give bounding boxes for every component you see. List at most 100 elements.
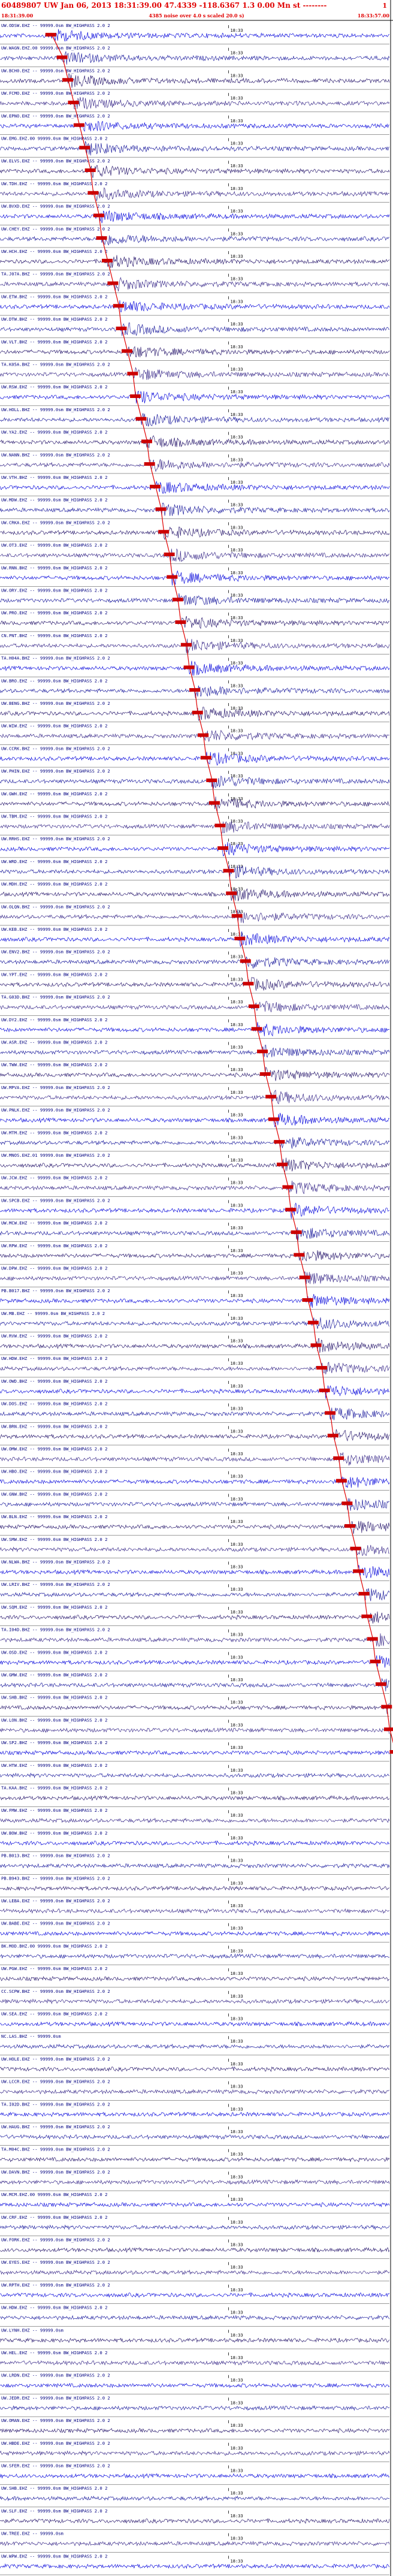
station-label: UW.BENG.BHZ -- 99999.0sm BW_HIGHPASS 2.0… [1,701,110,706]
pick-marker [370,1660,381,1664]
station-label: UW.EMG.EHZ.00 99999.0sm BW_HIGHPASS 2.0 … [1,135,107,141]
time-tick-label: 18:33 [231,367,243,372]
time-tick-label: 18:33 [231,1045,243,1049]
station-label: PB.B943.BHZ -- 99999.0sm BW_HIGHPASS 2.0… [1,1875,110,1881]
station-label: UW.TBM.EHZ -- 99999.0sm BW_HIGHPASS 2.0 … [1,813,107,819]
pick-marker [277,1162,288,1166]
station-label: PB.B017.BHZ -- 99999.0sm BW_HIGHPASS 2.0… [1,1288,110,1293]
station-label: UW.ELVS.EHZ -- 99999.0sm BW_HIGHPASS 2.0… [1,158,110,164]
pick-marker [274,1140,285,1144]
station-label: NC.LAS.BHZ -- 99999.0sm [1,2034,61,2039]
time-tick-label: 18:33 [231,548,243,553]
time-tick-label: 18:33 [231,141,243,146]
pick-marker [251,1027,262,1031]
station-label: UW.LRIV.BHZ -- 99999.0sm BW_HIGHPASS 2.0… [1,1582,110,1587]
pick-marker [116,326,127,330]
station-label: UW.SQM.EHZ -- 99999.0sm BW_HIGHPASS 2.0 … [1,1604,107,1610]
time-tick-label: 18:33 [231,299,243,304]
time-tick-label: 18:33 [231,1859,243,1863]
time-tick-label: 18:33 [231,1135,243,1140]
time-tick-label: 18:33 [231,955,243,960]
station-label: UW.MDW.EHZ -- 99999.0sm BW_HIGHPASS 2.0 … [1,497,107,503]
time-tick-label: 18:33 [231,390,243,394]
station-label: UW.BABE.EHZ -- 99999.0sm BW_HIGHPASS 2.0… [1,1921,110,1926]
station-label: UW.JCW.EHZ -- 99999.0sm BW_HIGHPASS 2.0 … [1,1175,107,1181]
pick-marker [361,1614,373,1618]
time-tick-label: 18:33 [231,1067,243,1072]
station-label: UW.EYES.EHZ -- 99999.0sm BW_HIGHPASS 2.0… [1,2260,110,2265]
time-tick-label: 18:33 [231,1271,243,1275]
pick-marker [200,756,211,760]
time-tick-label: 18:33 [231,28,243,33]
station-label: UW.HDW.EHZ -- 99999.0sm BW_HIGHPASS 2.0 … [1,2305,107,2310]
pick-marker [319,1388,330,1392]
pick-marker [358,1592,370,1596]
pick-marker [268,1117,279,1121]
station-label: UW.RSW.EHZ -- 99999.0sm BW_HIGHPASS 2.0 … [1,384,107,390]
station-label: UW.FORK.EHZ -- 99999.0sm BW_HIGHPASS 2.0… [1,2237,110,2243]
time-tick-label: 18:33 [231,2378,243,2383]
pick-marker [167,575,178,579]
time-tick-label: 18:33 [231,435,243,440]
station-label: UW.ETW.BHZ -- 99999.0sm BW_HIGHPASS 2.0 … [1,294,107,299]
pick-marker [84,168,96,173]
station-label: BK.MOD.BHZ.00 99999.0sm BW_HIGHPASS 2.0 … [1,1943,107,1948]
pick-marker [107,281,119,285]
time-tick-label: 18:33 [231,1587,243,1592]
time-tick-label: 18:33 [231,1316,243,1321]
time-tick-label: 18:33 [231,887,243,892]
station-label: UW.LRDN.EHZ -- 99999.0sm BW_HIGHPASS 2.0… [1,2373,110,2378]
pick-marker [150,484,161,488]
pick-marker [310,1343,322,1347]
time-tick-label: 18:33 [231,1610,243,1615]
station-label: UW.MNOS.EHZ.01 99999.0sm BW_HIGHPASS 2.0… [1,1153,110,1158]
pick-marker [381,1705,392,1709]
station-label: UW.NANN.BHZ -- 99999.0sm BW_HIGHPASS 2.0… [1,452,110,457]
time-tick-label: 18:33 [231,1000,243,1005]
pick-marker [240,959,251,963]
time-tick-label: 18:33 [231,2333,243,2337]
pick-marker [175,620,186,625]
station-label: UW.YA2.EHZ -- 99999.0sm BW_HIGHPASS 2.0 … [1,430,107,435]
scaling-note: 4385 noise over 4.0 s scaled 20.0 s) [149,13,244,19]
time-tick-label: 18:33 [231,1339,243,1344]
station-label: UW.SMW.EHZ -- 99999.0sm BW_HIGHPASS 2.0 … [1,1537,107,1542]
time-tick-label: 18:33 [231,1948,243,1953]
time-tick-label: 18:33 [231,977,243,982]
time-tick-label: 18:33 [231,119,243,123]
station-label: UW.OSD.EHZ -- 99999.0sm BW_HIGHPASS 2.0 … [1,1649,107,1655]
time-tick-label: 18:33 [231,751,243,756]
pick-marker [45,32,56,37]
pick-marker [226,891,237,895]
station-label: UW.WRD.EHZ -- 99999.0sm BW_HIGHPASS 2.0 … [1,859,107,864]
station-label: UW.HCH.EHZ -- 99999.0sm BW_HIGHPASS 2.0 … [1,249,107,254]
station-label: CN.PNT.BHZ -- 99999.0sm BW_HIGHPASS 2.0 … [1,633,107,638]
pick-marker [62,78,74,82]
station-label: TA.I02D.BHZ -- 99999.0sm BW_HIGHPASS 2.0… [1,2101,110,2107]
pick-marker [367,1637,378,1641]
station-label: TA.G03D.BHZ -- 99999.0sm BW_HIGHPASS 2.0… [1,994,110,1000]
time-tick-label: 18:33 [231,1226,243,1230]
station-label: UW.DPW.EHZ -- 99999.0sm BW_HIGHPASS 2.0 … [1,1265,107,1271]
start-time-label: 18:31:39.00 [1,13,34,19]
pick-marker [144,462,155,466]
station-label: UW.OWD.BHZ -- 99999.0sm BW_HIGHPASS 2.0 … [1,1379,107,1384]
time-tick-label: 18:33 [231,2085,243,2089]
time-tick-label: 18:33 [231,1181,243,1186]
station-label: UW.HEL.EHZ -- 99999.0sm BW_HIGHPASS 2.0 … [1,2350,107,2355]
time-tick-label: 18:33 [231,2491,243,2496]
station-label: TA.M04C.BHZ -- 99999.0sm BW_HIGHPASS 2.0… [1,2147,110,2152]
time-tick-label: 18:33 [231,1971,243,1976]
station-label: UW.JEDR.EHZ -- 99999.0sm BW_HIGHPASS 2.0… [1,2395,110,2400]
pick-marker [248,1004,259,1008]
station-label: UW.ORY.EHZ -- 99999.0sm BW_HIGHPASS 2.0 … [1,587,107,593]
station-label: UW.BOW.BHZ -- 99999.0sm BW_HIGHPASS 2.0 … [1,1830,107,1836]
pick-marker [375,1682,386,1686]
station-label: UW.WAGN.EHZ.00 99999.0sm BW_HIGHPASS 2.0… [1,46,110,51]
pick-marker [189,688,200,692]
time-tick-label: 18:33 [231,1090,243,1095]
time-tick-label: 18:33 [231,1361,243,1366]
station-label: UW.HDW.EHZ -- 99999.0sm BW_HIGHPASS 2.0 … [1,1356,107,1361]
station-label: UW.LEBA.EHZ -- 99999.0sm BW_HIGHPASS 2.0… [1,1898,110,1904]
pick-marker [307,1320,319,1325]
